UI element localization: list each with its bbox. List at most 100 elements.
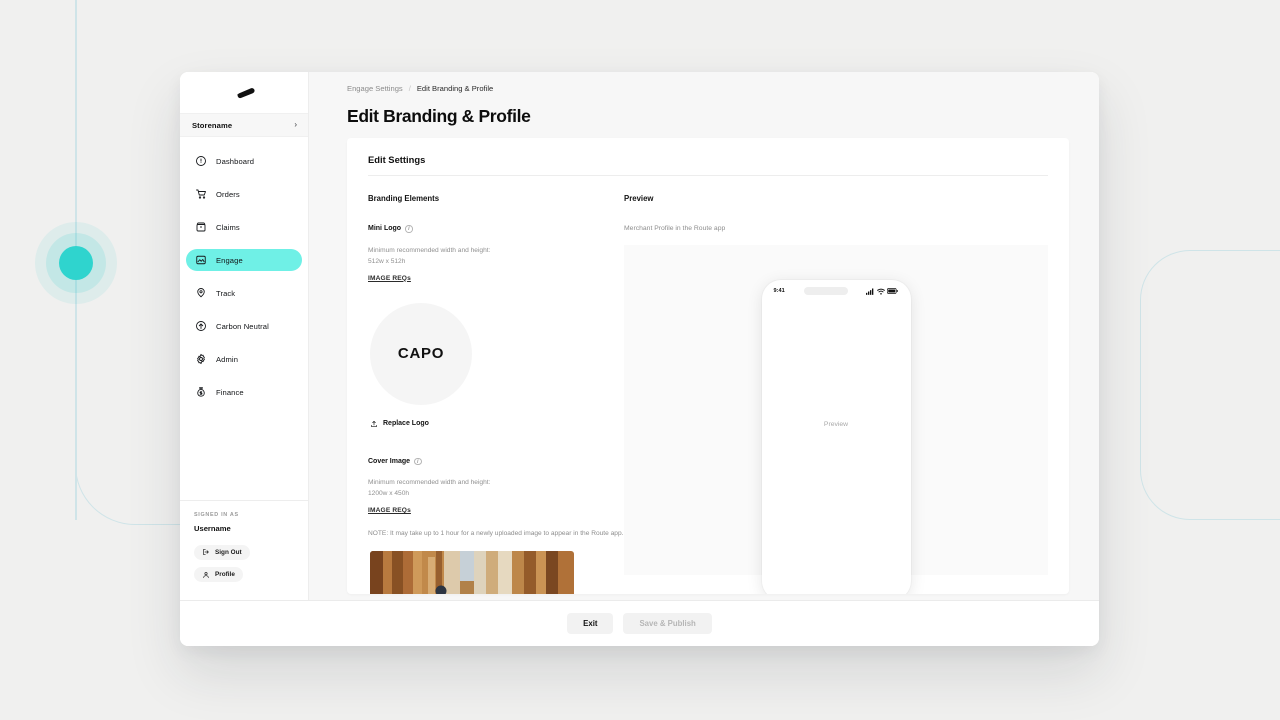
cover-image-help-line2: 1200w x 450h xyxy=(368,490,410,497)
phone-status-icons xyxy=(866,288,899,295)
image-engage-icon xyxy=(195,254,207,266)
branding-elements-column: Branding Elements Mini Logo i Minimum re… xyxy=(368,194,624,594)
profile-person-icon xyxy=(203,571,209,578)
claims-box-icon xyxy=(195,221,207,233)
dashboard-gauge-icon xyxy=(195,155,207,167)
sidebar-item-label: Carbon Neutral xyxy=(216,321,269,331)
edit-settings-card: Edit Settings Branding Elements Mini Log… xyxy=(347,138,1069,594)
sidebar-item-label: Claims xyxy=(216,222,240,232)
save-and-publish-button[interactable]: Save & Publish xyxy=(623,613,712,634)
sidebar-item-label: Admin xyxy=(216,354,239,364)
sidebar-item-label: Dashboard xyxy=(216,156,255,166)
cellular-signal-icon xyxy=(866,288,874,295)
sidebar-footer: SIGNED IN AS Username Sign Out Profile xyxy=(180,500,308,600)
sidebar-item-claims[interactable]: Claims xyxy=(186,216,302,238)
preview-stage: 9:41 Preview xyxy=(624,245,1048,594)
replace-logo-label: Replace Logo xyxy=(383,420,429,427)
username: Username xyxy=(194,524,231,533)
cover-image-note: NOTE: It may take up to 1 hour for a new… xyxy=(368,530,624,537)
branding-elements-title: Branding Elements xyxy=(368,194,440,203)
profile-button[interactable]: Profile xyxy=(194,567,243,582)
mini-logo-preview: CAPO xyxy=(370,302,472,405)
signed-in-as-label: SIGNED IN AS xyxy=(194,512,239,518)
main-scroll-area: Engage Settings / Edit Branding & Profil… xyxy=(309,72,1099,600)
profile-label: Profile xyxy=(215,571,235,578)
cover-image-section: Cover Image i Minimum recommended width … xyxy=(368,457,624,594)
chevron-right-icon: › xyxy=(294,120,297,129)
card-title: Edit Settings xyxy=(368,154,426,165)
battery-icon xyxy=(887,288,899,294)
sidebar: Storename › Dashboard Orders Claims Enga… xyxy=(180,72,309,600)
sign-out-icon xyxy=(203,549,209,555)
phone-body: Preview xyxy=(762,298,911,550)
mini-logo-image-reqs-link[interactable]: IMAGE REQs xyxy=(368,275,411,282)
settings-columns: Branding Elements Mini Logo i Minimum re… xyxy=(347,176,1069,594)
route-swoosh-logo-icon[interactable] xyxy=(180,72,308,113)
phone-preview-text: Preview xyxy=(823,420,849,428)
mini-logo-label: Mini Logo xyxy=(368,225,402,233)
exit-button[interactable]: Exit xyxy=(567,613,614,634)
money-bag-icon xyxy=(195,386,207,398)
phone-status-time: 9:41 xyxy=(773,288,785,294)
sidebar-nav: Dashboard Orders Claims Engage Track Car… xyxy=(180,137,308,500)
decorative-rounded-rect-right xyxy=(1140,250,1280,520)
upload-icon xyxy=(371,420,377,427)
preview-column: Preview Merchant Profile in the Route ap… xyxy=(624,194,1048,594)
phone-status-bar: 9:41 xyxy=(762,280,911,298)
mini-logo-field: Mini Logo i xyxy=(368,225,624,233)
cover-image-field: Cover Image i xyxy=(368,457,624,465)
mini-logo-help-line2: 512w x 512h xyxy=(368,257,406,265)
page-title: Edit Branding & Profile xyxy=(347,106,531,126)
location-pin-icon xyxy=(195,287,207,299)
cover-image-label: Cover Image xyxy=(368,457,411,465)
phone-notch xyxy=(803,287,848,295)
window-body: Storename › Dashboard Orders Claims Enga… xyxy=(180,72,1099,600)
cover-image-help-line1: Minimum recommended width and height: xyxy=(368,479,491,486)
cover-image-reqs-link[interactable]: IMAGE REQs xyxy=(368,507,411,514)
sidebar-item-finance[interactable]: Finance xyxy=(186,381,302,403)
sidebar-item-label: Finance xyxy=(216,387,244,397)
breadcrumb-current: Edit Branding & Profile xyxy=(416,84,494,93)
sign-out-button[interactable]: Sign Out xyxy=(194,544,250,560)
page-root: Storename › Dashboard Orders Claims Enga… xyxy=(0,0,1280,720)
breadcrumb: Engage Settings / Edit Branding & Profil… xyxy=(339,72,1069,93)
carbon-neutral-icon xyxy=(195,320,207,332)
mini-logo-help-line1: Minimum recommended width and height: xyxy=(368,246,491,254)
shopping-cart-icon xyxy=(195,188,207,200)
sidebar-item-carbon-neutral[interactable]: Carbon Neutral xyxy=(186,315,302,337)
sidebar-item-label: Track xyxy=(216,288,236,298)
sidebar-item-label: Orders xyxy=(216,189,240,199)
cover-image-help: Minimum recommended width and height: 12… xyxy=(368,477,624,499)
gear-icon xyxy=(195,353,207,365)
replace-logo-button[interactable]: Replace Logo xyxy=(370,420,624,428)
store-name: Storename xyxy=(192,120,233,130)
sidebar-item-orders[interactable]: Orders xyxy=(186,183,302,205)
card-header: Edit Settings xyxy=(347,138,1069,175)
sidebar-item-admin[interactable]: Admin xyxy=(186,348,302,370)
info-circle-icon[interactable]: i xyxy=(405,225,413,233)
mini-logo-help: Minimum recommended width and height: 51… xyxy=(368,245,624,267)
cover-image-thumbnail[interactable] xyxy=(370,551,574,594)
breadcrumb-separator: / xyxy=(408,84,411,93)
decorative-pulse-dot xyxy=(35,222,117,304)
sidebar-item-engage[interactable]: Engage xyxy=(186,249,302,271)
decorative-vertical-line xyxy=(75,0,77,520)
breadcrumb-parent[interactable]: Engage Settings xyxy=(347,84,403,93)
sidebar-item-dashboard[interactable]: Dashboard xyxy=(186,150,302,172)
mini-logo-text: CAPO xyxy=(397,345,445,362)
pulse-ring-middle xyxy=(46,233,106,293)
preview-title: Preview xyxy=(624,194,654,203)
app-window: Storename › Dashboard Orders Claims Enga… xyxy=(180,72,1099,646)
preview-subtitle: Merchant Profile in the Route app xyxy=(624,225,726,232)
sidebar-item-label: Engage xyxy=(216,255,243,265)
wifi-icon xyxy=(877,288,885,295)
sidebar-item-track[interactable]: Track xyxy=(186,282,302,304)
main-content: Engage Settings / Edit Branding & Profil… xyxy=(309,72,1099,600)
window-footer: Exit Save & Publish xyxy=(180,600,1099,646)
narrow-street-market-photo xyxy=(370,551,574,594)
info-circle-icon[interactable]: i xyxy=(414,457,422,465)
phone-mockup: 9:41 Preview xyxy=(761,280,911,594)
pulse-ring-outer xyxy=(35,222,117,304)
sign-out-label: Sign Out xyxy=(215,548,242,556)
store-selector[interactable]: Storename › xyxy=(180,113,308,137)
